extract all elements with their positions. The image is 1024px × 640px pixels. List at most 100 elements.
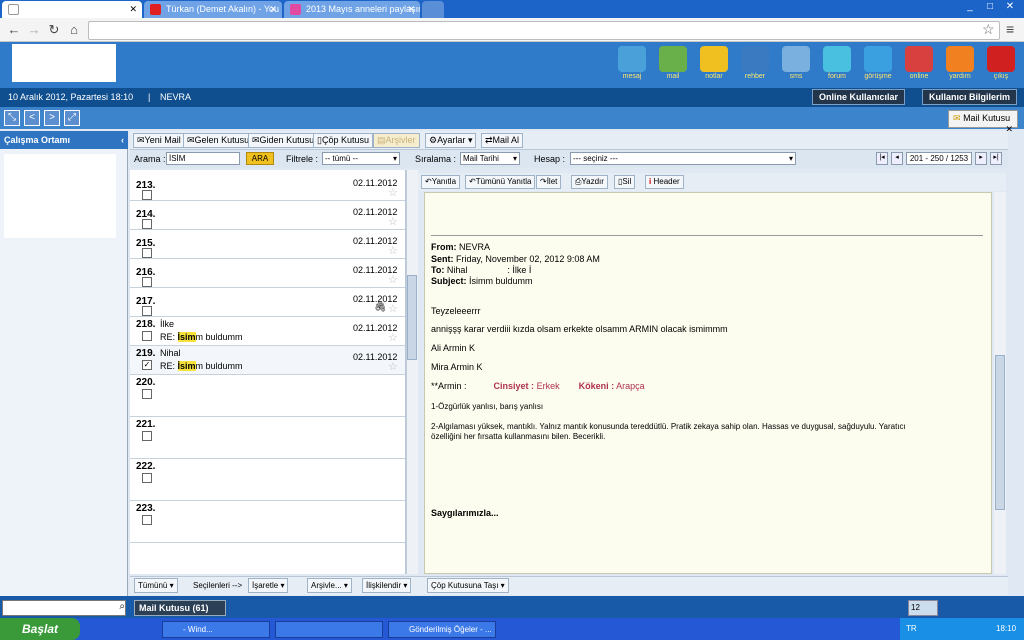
reply-all-button[interactable]: ↶Tümünü Yanıtla — [465, 175, 536, 189]
mail-checkbox[interactable] — [142, 306, 152, 316]
inbox-button[interactable]: ✉Gelen Kutusu — [183, 133, 254, 148]
zoom-control[interactable]: 12 — [908, 600, 938, 616]
fetch-mail-button[interactable]: ⇄Mail Al — [481, 133, 524, 148]
tab-close-icon[interactable]: ✕ — [129, 4, 137, 15]
mail-row[interactable]: 221. — [130, 417, 405, 459]
mail-list-scrollbar[interactable] — [406, 170, 418, 574]
maximize-icon[interactable]: □ — [980, 1, 1000, 14]
app-icon-9[interactable]: çıkış — [985, 46, 1017, 84]
tab-close-icon[interactable]: ✕ — [269, 4, 277, 15]
app-icon-2[interactable]: notlar — [698, 46, 730, 84]
window-close-icon[interactable]: ✕ — [1000, 1, 1020, 14]
app-icon-1[interactable]: mail — [657, 46, 689, 84]
mailbox-taskbar-button[interactable]: Mail Kutusu (61) — [134, 600, 226, 616]
mail-checkbox[interactable] — [142, 431, 152, 441]
mail-row[interactable]: 219. 02.11.2012 ✓ ☆ Nihal RE: İsimm buldumm — [130, 346, 405, 375]
app-icon-8[interactable]: yardım — [944, 46, 976, 84]
address-bar[interactable] — [88, 21, 1000, 40]
mail-row[interactable]: 222. — [130, 459, 405, 501]
sort-select[interactable]: Mail Tarihi ▾ — [460, 152, 520, 165]
forward-icon[interactable]: → — [26, 22, 42, 37]
scrollbar-thumb[interactable] — [407, 275, 417, 360]
browser-tab-youtube[interactable]: Türkan (Demet Akalın) - You ✕ — [144, 1, 282, 18]
mail-checkbox[interactable] — [142, 219, 152, 229]
tab-close-icon[interactable]: ✕ — [407, 4, 415, 15]
shrink-icon[interactable]: ⤡ — [4, 110, 20, 126]
mail-checkbox[interactable] — [142, 277, 152, 287]
header-button[interactable]: i Header — [645, 175, 684, 189]
mail-row[interactable]: 217. 02.11.2012 ☆ 🖇 — [130, 288, 405, 317]
mail-row[interactable]: 213. 02.11.2012 ☆ — [130, 172, 405, 201]
star-icon[interactable]: ☆ — [388, 215, 398, 228]
browser-tab-active[interactable]: ✕ — [2, 1, 142, 18]
collapse-icon[interactable]: ‹ — [121, 135, 124, 145]
star-icon[interactable]: ☆ — [388, 186, 398, 199]
app-icon-3[interactable]: rehber — [739, 46, 771, 84]
mark-button[interactable]: İşaretle ▾ — [248, 578, 289, 593]
next-icon[interactable]: > — [44, 110, 60, 126]
app-icon-7[interactable]: online — [903, 46, 935, 84]
mail-checkbox[interactable] — [142, 389, 152, 399]
move-trash-button[interactable]: Çöp Kutusuna Taşı ▾ — [427, 578, 509, 593]
select-all-button[interactable]: Tümünü ▾ — [134, 578, 178, 593]
mail-checkbox[interactable] — [142, 248, 152, 258]
relate-button[interactable]: İlişkilendir ▾ — [362, 578, 412, 593]
new-tab-button[interactable] — [422, 1, 444, 18]
last-page-icon[interactable]: ▸| — [990, 152, 1002, 165]
browser-tab-forum[interactable]: 2013 Mayıs anneleri paylaşım ✕ — [284, 1, 420, 18]
mail-row[interactable]: 223. — [130, 501, 405, 543]
star-icon[interactable]: ☆ — [388, 302, 398, 315]
archive-action-button[interactable]: Arşivle... ▾ — [307, 578, 352, 593]
search-button[interactable]: ARA — [246, 152, 274, 165]
mail-row[interactable]: 218. 02.11.2012 ☆ İlke RE: İsimm buldumm — [130, 317, 405, 346]
first-page-icon[interactable]: |◂ — [876, 152, 888, 165]
next-page-icon[interactable]: ▸ — [975, 152, 987, 165]
app-icon-5[interactable]: forum — [821, 46, 853, 84]
mail-row[interactable]: 214. 02.11.2012 ☆ — [130, 201, 405, 230]
minimize-icon[interactable]: _ — [960, 1, 980, 14]
start-button[interactable]: Başlat — [0, 618, 80, 640]
star-icon[interactable]: ☆ — [388, 273, 398, 286]
archive-button[interactable]: ▤Arşivler — [373, 133, 420, 148]
new-mail-button[interactable]: ✉Yeni Mail — [133, 133, 185, 148]
reload-icon[interactable]: ↻ — [46, 22, 62, 38]
user-info-button[interactable]: Kullanıcı Bilgilerim — [922, 89, 1018, 105]
scrollbar-thumb[interactable] — [995, 355, 1005, 510]
app-icon-6[interactable]: görüşme — [862, 46, 894, 84]
trash-button[interactable]: ▯Çöp Kutusu — [313, 133, 373, 148]
language-indicator[interactable]: TR — [906, 624, 917, 633]
mail-checkbox[interactable] — [142, 331, 152, 341]
mail-row[interactable]: 215. 02.11.2012 ☆ — [130, 230, 405, 259]
bookmark-star-icon[interactable]: ☆ — [982, 21, 995, 38]
mail-checkbox[interactable] — [142, 515, 152, 525]
print-button[interactable]: ⎙Yazdır — [571, 175, 608, 189]
star-icon[interactable]: ☆ — [388, 244, 398, 257]
taskbar-item[interactable]: Gönderilmiş Öğeler - ... — [388, 621, 496, 638]
account-select[interactable]: --- seçiniz --- ▾ — [570, 152, 796, 165]
forward-button[interactable]: ↷İlet — [536, 175, 562, 189]
mail-row[interactable]: 216. 02.11.2012 ☆ — [130, 259, 405, 288]
filter-select[interactable]: -- tümü -- ▾ — [322, 152, 400, 165]
mail-checkbox[interactable] — [142, 473, 152, 483]
home-icon[interactable]: ⌂ — [66, 22, 82, 37]
star-icon[interactable]: ☆ — [388, 360, 398, 373]
app-icon-0[interactable]: mesaj — [616, 46, 648, 84]
mailbox-window-tab[interactable]: ✉ Mail Kutusu ✕ — [948, 110, 1018, 134]
reply-button[interactable]: ↶Yanıtla — [421, 175, 461, 189]
mail-checkbox[interactable]: ✓ — [142, 360, 152, 370]
settings-button[interactable]: ⚙Ayarlar ▾ — [425, 133, 477, 148]
prev-icon[interactable]: < — [24, 110, 40, 126]
delete-button[interactable]: ▯Sil — [614, 175, 636, 189]
taskbar-item[interactable] — [275, 621, 383, 638]
online-users-button[interactable]: Online Kullanıcılar — [812, 89, 906, 105]
app-icon-4[interactable]: sms — [780, 46, 812, 84]
mail-checkbox[interactable] — [142, 190, 152, 200]
browser-menu-icon[interactable]: ≡ — [1006, 21, 1014, 37]
search-input[interactable]: İSİM — [166, 152, 240, 165]
prev-page-icon[interactable]: ◂ — [891, 152, 903, 165]
footer-search-input[interactable]: ⌕ — [2, 600, 126, 616]
outbox-button[interactable]: ✉Giden Kutusu — [248, 133, 319, 148]
taskbar-item[interactable]: - Wind... — [162, 621, 270, 638]
star-icon[interactable]: ☆ — [388, 331, 398, 344]
back-icon[interactable]: ← — [6, 22, 22, 37]
